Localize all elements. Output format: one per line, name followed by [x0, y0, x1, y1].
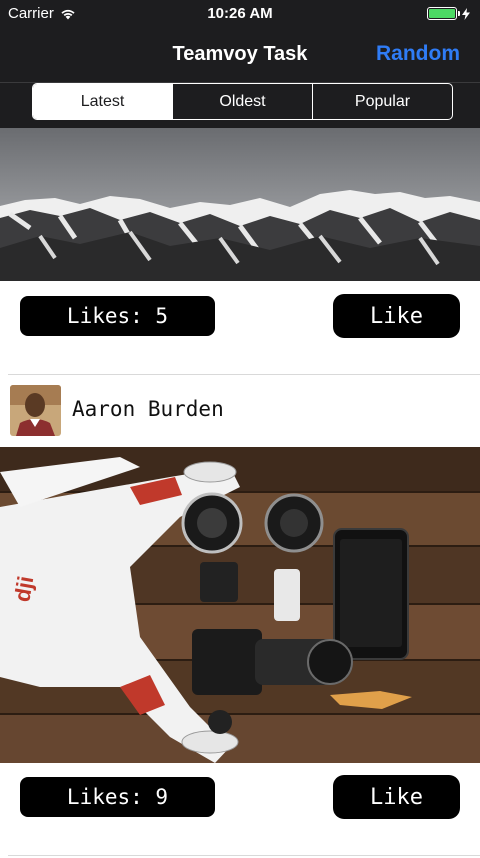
- random-button[interactable]: Random: [376, 42, 460, 66]
- avatar[interactable]: [10, 385, 61, 436]
- drone-camera-flatlay-photo: dji: [0, 447, 480, 763]
- segment-latest[interactable]: Latest: [33, 84, 172, 119]
- svg-text:dji: dji: [9, 574, 38, 604]
- likes-count: Likes: 5: [20, 296, 215, 336]
- author-name[interactable]: Aaron Burden: [72, 397, 224, 421]
- post-divider: [8, 855, 480, 856]
- sort-segmented-control: Latest Oldest Popular: [32, 83, 453, 120]
- mountain-landscape-photo: [0, 128, 480, 281]
- battery-level: [429, 9, 455, 18]
- clock: 10:26 AM: [207, 5, 273, 22]
- segment-bar: Latest Oldest Popular: [0, 82, 480, 128]
- photo-feed[interactable]: Likes: 5 Like Aaron Burden dji Likes: 9 …: [0, 128, 480, 858]
- segment-popular[interactable]: Popular: [312, 84, 452, 119]
- like-button[interactable]: Like: [333, 294, 460, 338]
- like-button[interactable]: Like: [333, 775, 460, 819]
- segment-oldest[interactable]: Oldest: [172, 84, 312, 119]
- battery-icon: [427, 7, 470, 20]
- status-bar: Carrier 10:26 AM: [0, 0, 480, 28]
- likes-count: Likes: 9: [20, 777, 215, 817]
- post-photo[interactable]: [0, 128, 480, 281]
- post-author-row[interactable]: Aaron Burden: [0, 375, 480, 445]
- post-photo[interactable]: dji: [0, 447, 480, 763]
- charging-bolt-icon: [462, 7, 470, 20]
- navigation-bar: Teamvoy Task Random: [0, 28, 480, 82]
